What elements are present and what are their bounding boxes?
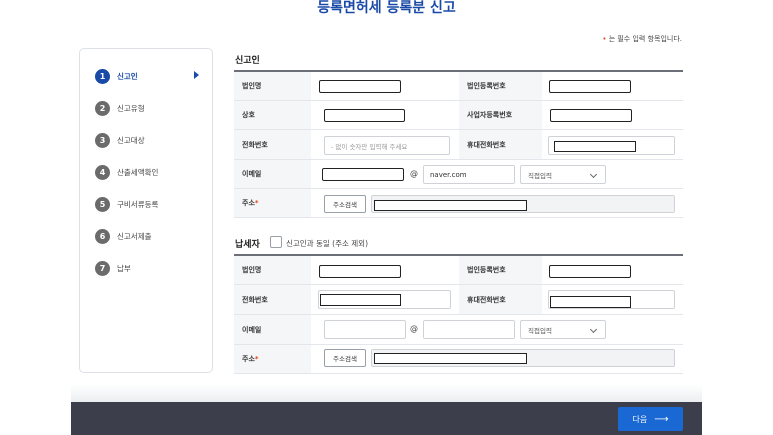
same-as-reporter-label: 신고인과 동일 (주소 제외)	[286, 239, 369, 248]
step-label: 구비서류등록	[117, 199, 159, 209]
reporter-mobile-input[interactable]	[548, 136, 675, 155]
reporter-trade-name-input[interactable]	[324, 109, 405, 122]
reporter-address-input[interactable]	[371, 195, 675, 213]
at-sign: @	[410, 169, 418, 178]
trade-name-label: 상호	[234, 101, 311, 129]
reporter-corp-name-input[interactable]	[319, 80, 401, 93]
taxpayer-address-input[interactable]	[371, 349, 675, 367]
step-4[interactable]: 4 산출세액확인	[95, 164, 207, 180]
footer-bar	[71, 402, 702, 435]
step-1[interactable]: 1 신고인	[95, 68, 207, 84]
required-note-text: 는 필수 입력 항목입니다.	[608, 35, 682, 43]
email-select-value: 직접입력	[528, 171, 552, 180]
reporter-email-id-input[interactable]	[322, 168, 404, 181]
mobile-label: 휴대전화번호	[459, 130, 542, 159]
step-number: 4	[95, 164, 110, 180]
mobile-inner-box	[550, 296, 631, 308]
taxpayer-email-select[interactable]: 직접입력	[520, 320, 606, 339]
step-2[interactable]: 2 신고유형	[95, 100, 207, 116]
step-number: 3	[95, 132, 110, 148]
reporter-phone-input[interactable]: - 없이 숫자만 입력해 주세요	[324, 136, 450, 155]
chevron-down-icon	[589, 325, 598, 333]
taxpayer-section-title: 납세자	[235, 240, 260, 250]
required-star: *	[254, 355, 259, 363]
required-note: • 는 필수 입력 항목입니다.	[602, 34, 682, 44]
at-sign: @	[410, 324, 418, 333]
taxpayer-email-id-input[interactable]	[324, 320, 406, 339]
taxpayer-corp-name-input[interactable]	[319, 265, 401, 278]
step-number: 5	[95, 196, 110, 212]
corp-reg-label: 법인등록번호	[459, 256, 542, 284]
address-inner-box	[374, 200, 527, 211]
page: 등록면허세 등록분 신고 • 는 필수 입력 항목입니다. 1 신고인 2 신고…	[0, 0, 773, 435]
required-star: *	[254, 199, 259, 207]
email-label: 이메일	[234, 315, 311, 344]
mobile-inner-box	[554, 141, 636, 152]
phone-label: 전화번호	[234, 285, 311, 314]
step-7[interactable]: 7 납부	[95, 260, 207, 276]
biz-reg-label: 사업자등록번호	[459, 101, 542, 129]
reporter-biz-reg-input[interactable]	[550, 109, 632, 122]
address-label-text: 주소	[242, 199, 255, 207]
phone-label: 전화번호	[234, 130, 311, 159]
taxpayer-mobile-input[interactable]	[548, 290, 675, 309]
caret-right-icon	[194, 71, 199, 79]
step-label: 신고유형	[117, 103, 145, 113]
chevron-down-icon	[589, 170, 598, 178]
email-domain-value: naver.com	[430, 170, 467, 179]
taxpayer-email-domain-input[interactable]	[423, 320, 515, 339]
step-6[interactable]: 6 신고서제출	[95, 228, 207, 244]
reporter-corp-reg-input[interactable]	[549, 80, 631, 93]
address-inner-box	[374, 353, 527, 364]
phone-inner-box	[320, 294, 401, 306]
corp-name-label: 법인명	[234, 72, 311, 100]
same-as-reporter-checkbox[interactable]	[270, 236, 282, 248]
step-sidebar: 1 신고인 2 신고유형 3 신고대상 4 산출세액확인 5 구비서류등록 6 …	[79, 48, 213, 373]
address-label: 주소 *	[234, 345, 311, 373]
arrow-right-icon: ⟶	[654, 413, 669, 425]
step-3[interactable]: 3 신고대상	[95, 132, 207, 148]
mobile-label: 휴대전화번호	[459, 285, 542, 314]
taxpayer-address-search-button[interactable]: 주소검색	[324, 349, 366, 367]
step-label: 신고대상	[117, 135, 145, 145]
step-number: 1	[95, 68, 110, 84]
reporter-section-title: 신고인	[235, 56, 260, 66]
step-label: 납부	[117, 263, 131, 273]
reporter-email-domain-input[interactable]: naver.com	[423, 165, 515, 184]
email-label: 이메일	[234, 160, 311, 188]
email-select-value: 직접입력	[528, 326, 552, 335]
phone-placeholder: - 없이 숫자만 입력해 주세요	[331, 142, 408, 151]
reporter-address-search-button[interactable]: 주소검색	[324, 195, 366, 213]
address-label: 주소 *	[234, 189, 311, 217]
step-label: 신고인	[117, 71, 138, 81]
reporter-email-select[interactable]: 직접입력	[520, 165, 606, 184]
taxpayer-corp-reg-input[interactable]	[549, 265, 631, 278]
step-number: 7	[95, 260, 110, 276]
corp-name-label: 법인명	[234, 256, 311, 284]
footer-fade	[71, 384, 702, 402]
step-label: 산출세액확인	[117, 167, 159, 177]
taxpayer-phone-input[interactable]	[318, 290, 451, 309]
step-label: 신고서제출	[117, 231, 152, 241]
step-5[interactable]: 5 구비서류등록	[95, 196, 207, 212]
step-number: 2	[95, 100, 110, 116]
next-button[interactable]: 다음 ⟶	[618, 407, 683, 431]
corp-reg-label: 법인등록번호	[459, 72, 542, 100]
page-title: 등록면허세 등록분 신고	[317, 0, 456, 16]
step-number: 6	[95, 228, 110, 244]
next-label: 다음	[632, 414, 648, 424]
address-label-text: 주소	[242, 355, 255, 363]
required-star: •	[602, 35, 607, 43]
